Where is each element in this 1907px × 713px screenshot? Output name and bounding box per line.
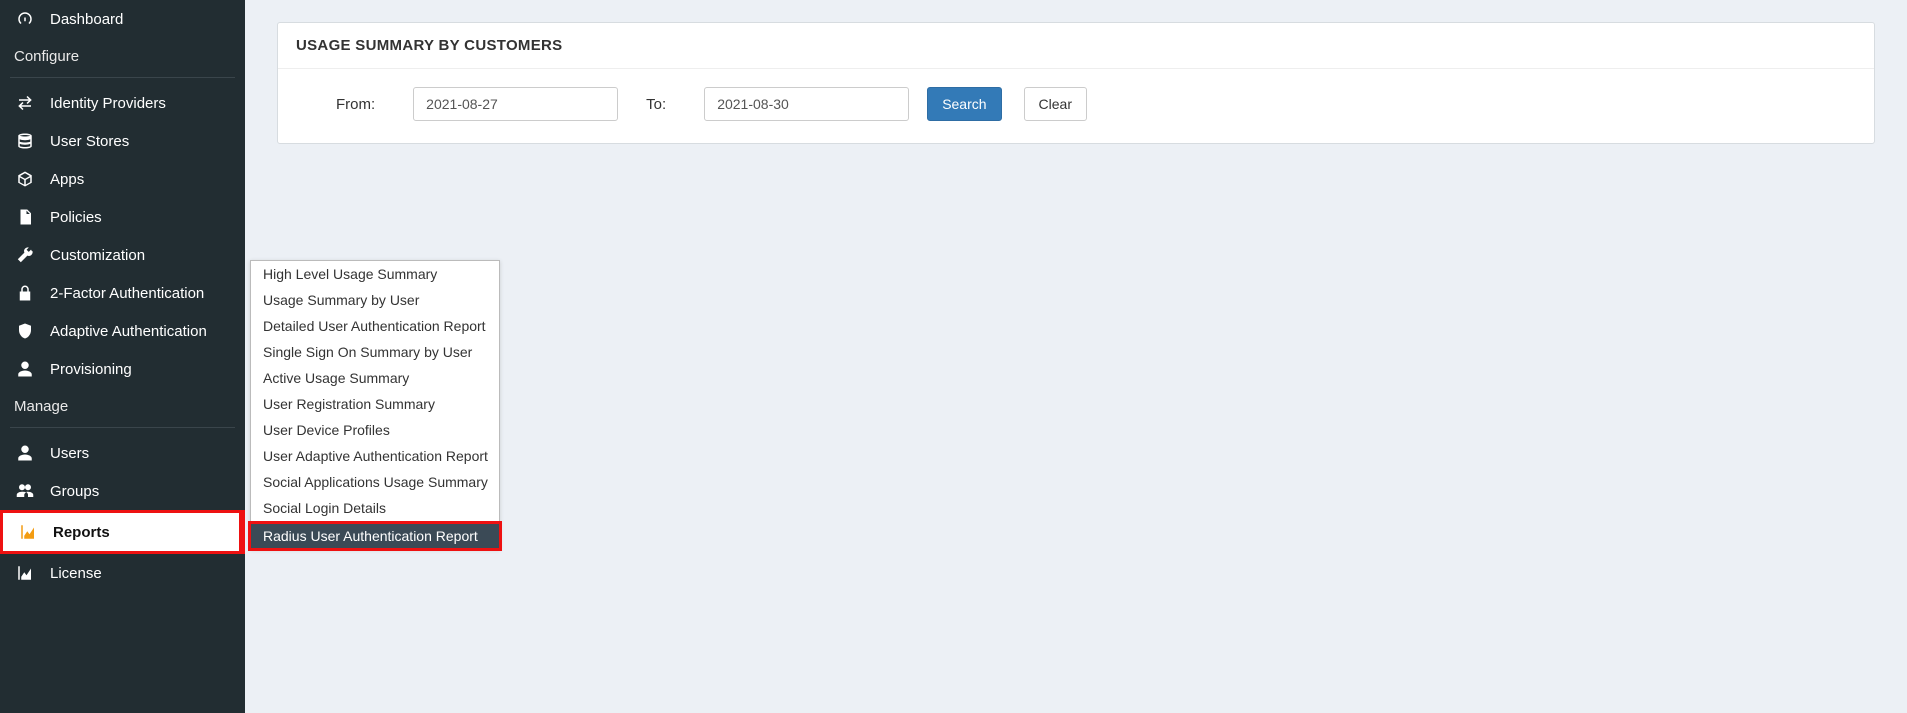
sidebar-item-label: Reports	[53, 524, 110, 541]
reports-submenu: High Level Usage Summary Usage Summary b…	[250, 260, 500, 549]
sidebar: Dashboard Configure Identity Providers U…	[0, 0, 245, 713]
sidebar-item-apps[interactable]: Apps	[0, 160, 245, 198]
clear-button[interactable]: Clear	[1024, 87, 1087, 121]
to-label: To:	[646, 96, 666, 113]
panel-body: From: To: Search Clear	[278, 69, 1874, 143]
sidebar-item-label: Adaptive Authentication	[50, 323, 207, 340]
sidebar-item-label: Provisioning	[50, 361, 132, 378]
sidebar-item-label: User Stores	[50, 133, 129, 150]
sidebar-item-label: Policies	[50, 209, 102, 226]
from-label: From:	[336, 96, 375, 113]
chart-icon	[14, 564, 36, 582]
submenu-item-social-apps[interactable]: Social Applications Usage Summary	[251, 469, 499, 495]
sidebar-item-customization[interactable]: Customization	[0, 236, 245, 274]
database-icon	[14, 132, 36, 150]
user-icon	[14, 360, 36, 378]
divider	[10, 77, 235, 78]
submenu-item-adaptive-auth-report[interactable]: User Adaptive Authentication Report	[251, 443, 499, 469]
sidebar-item-groups[interactable]: Groups	[0, 472, 245, 510]
sidebar-item-adaptive-auth[interactable]: Adaptive Authentication	[0, 312, 245, 350]
sidebar-item-label: Dashboard	[50, 11, 123, 28]
sidebar-item-dashboard[interactable]: Dashboard	[0, 0, 245, 38]
submenu-item-user-registration[interactable]: User Registration Summary	[251, 391, 499, 417]
sidebar-item-policies[interactable]: Policies	[0, 198, 245, 236]
submenu-item-sso-summary[interactable]: Single Sign On Summary by User	[251, 339, 499, 365]
to-date-input[interactable]	[704, 87, 909, 121]
sidebar-item-label: 2-Factor Authentication	[50, 285, 204, 302]
lock-icon	[14, 284, 36, 302]
sidebar-item-label: Users	[50, 445, 89, 462]
sidebar-section-configure: Configure	[0, 38, 245, 75]
exchange-icon	[14, 94, 36, 112]
search-button[interactable]: Search	[927, 87, 1001, 121]
panel-title: USAGE SUMMARY BY CUSTOMERS	[278, 23, 1874, 69]
submenu-item-usage-by-user[interactable]: Usage Summary by User	[251, 287, 499, 313]
users-icon	[14, 482, 36, 500]
wrench-icon	[14, 246, 36, 264]
document-icon	[14, 208, 36, 226]
shield-icon	[14, 322, 36, 340]
submenu-item-social-login[interactable]: Social Login Details	[251, 495, 499, 521]
sidebar-item-label: License	[50, 565, 102, 582]
sidebar-item-label: Groups	[50, 483, 99, 500]
sidebar-item-label: Identity Providers	[50, 95, 166, 112]
divider	[10, 427, 235, 428]
sidebar-item-identity-providers[interactable]: Identity Providers	[0, 84, 245, 122]
sidebar-item-reports[interactable]: Reports	[0, 510, 245, 554]
submenu-item-device-profiles[interactable]: User Device Profiles	[251, 417, 499, 443]
sidebar-item-2fa[interactable]: 2-Factor Authentication	[0, 274, 245, 312]
from-date-input[interactable]	[413, 87, 618, 121]
submenu-item-detailed-auth[interactable]: Detailed User Authentication Report	[251, 313, 499, 339]
user-icon	[14, 444, 36, 462]
submenu-item-radius-auth[interactable]: Radius User Authentication Report	[248, 521, 502, 551]
sidebar-section-manage: Manage	[0, 388, 245, 425]
sidebar-item-provisioning[interactable]: Provisioning	[0, 350, 245, 388]
sidebar-item-label: Customization	[50, 247, 145, 264]
cube-icon	[14, 170, 36, 188]
submenu-item-high-level-usage[interactable]: High Level Usage Summary	[251, 261, 499, 287]
submenu-item-active-usage[interactable]: Active Usage Summary	[251, 365, 499, 391]
chart-icon	[17, 523, 39, 541]
sidebar-item-user-stores[interactable]: User Stores	[0, 122, 245, 160]
panel-usage-summary: USAGE SUMMARY BY CUSTOMERS From: To: Sea…	[277, 22, 1875, 144]
dashboard-icon	[14, 10, 36, 28]
sidebar-item-label: Apps	[50, 171, 84, 188]
sidebar-item-users[interactable]: Users	[0, 434, 245, 472]
sidebar-item-license[interactable]: License	[0, 554, 245, 592]
